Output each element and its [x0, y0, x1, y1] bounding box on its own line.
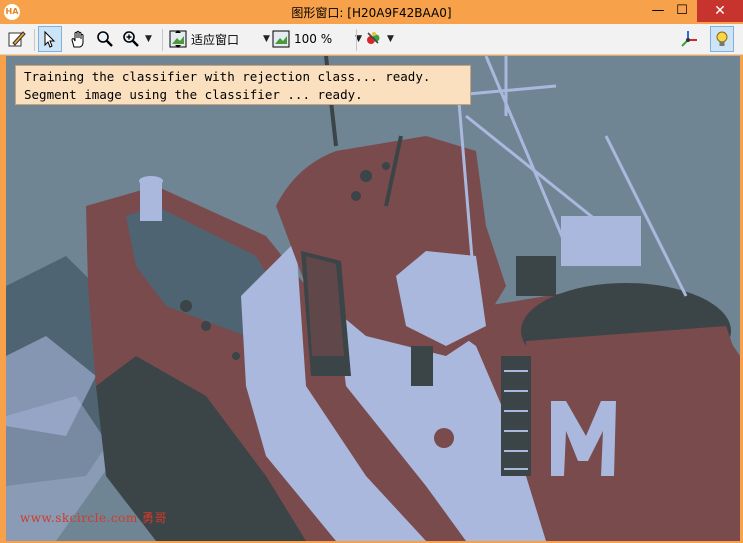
- magnifier-icon: [94, 28, 116, 50]
- magnify-tool-button[interactable]: [94, 27, 116, 51]
- arrow-cursor-icon: [39, 28, 61, 50]
- toolbar-separator: [34, 29, 35, 51]
- toolbar: ▼ 适应窗口 ▼ 100 % ▼ ▼: [0, 24, 743, 55]
- window-title: 图形窗口: [H20A9F42BAA0]: [291, 6, 452, 20]
- zoom-in-dropdown[interactable]: ▼: [120, 27, 152, 51]
- chevron-down-icon: ▼: [387, 34, 394, 44]
- image-canvas[interactable]: [6, 56, 740, 541]
- chevron-down-icon: ▼: [263, 34, 270, 44]
- zoom-level-label: 100 %: [294, 32, 333, 46]
- fit-window-label: 适应窗口: [191, 32, 240, 47]
- lightbulb-icon: [711, 28, 733, 50]
- pan-tool-button[interactable]: [67, 27, 89, 51]
- fit-window-icon: [167, 28, 189, 50]
- toolbar-separator: [356, 29, 357, 51]
- info-toggle-button[interactable]: [710, 26, 734, 52]
- console-line: Training the classifier with rejection c…: [24, 69, 431, 84]
- edit-pencil-icon: [6, 28, 28, 50]
- paint-color-icon: [362, 28, 384, 50]
- hand-icon: [67, 28, 89, 50]
- segmented-ship-image: [6, 56, 740, 541]
- title-bar[interactable]: HA 图形窗口: [H20A9F42BAA0] — ☐ ✕: [0, 0, 743, 24]
- graphics-window: HA 图形窗口: [H20A9F42BAA0] — ☐ ✕ ▼ 适应窗口 ▼ 1…: [0, 0, 743, 543]
- watermark-text: www.skcircle.com 勇哥: [20, 511, 168, 525]
- close-button[interactable]: ✕: [697, 0, 743, 22]
- maximize-button[interactable]: ☐: [667, 0, 697, 22]
- color-settings-dropdown[interactable]: ▼: [362, 27, 394, 51]
- zoom-in-icon: [120, 28, 142, 50]
- console-line: Segment image using the classifier ... r…: [24, 87, 363, 102]
- fit-window-dropdown[interactable]: 适应窗口 ▼: [167, 27, 270, 51]
- zoom-level-icon: [270, 28, 292, 50]
- coordinate-axes-button[interactable]: [678, 27, 700, 51]
- pointer-tool-button[interactable]: [38, 26, 62, 52]
- zoom-level-dropdown[interactable]: 100 % ▼: [270, 27, 362, 51]
- axes-icon: [678, 28, 700, 50]
- message-console: Training the classifier with rejection c…: [15, 65, 471, 105]
- chevron-down-icon: ▼: [145, 34, 152, 44]
- edit-button[interactable]: [6, 27, 28, 51]
- toolbar-separator: [162, 29, 163, 51]
